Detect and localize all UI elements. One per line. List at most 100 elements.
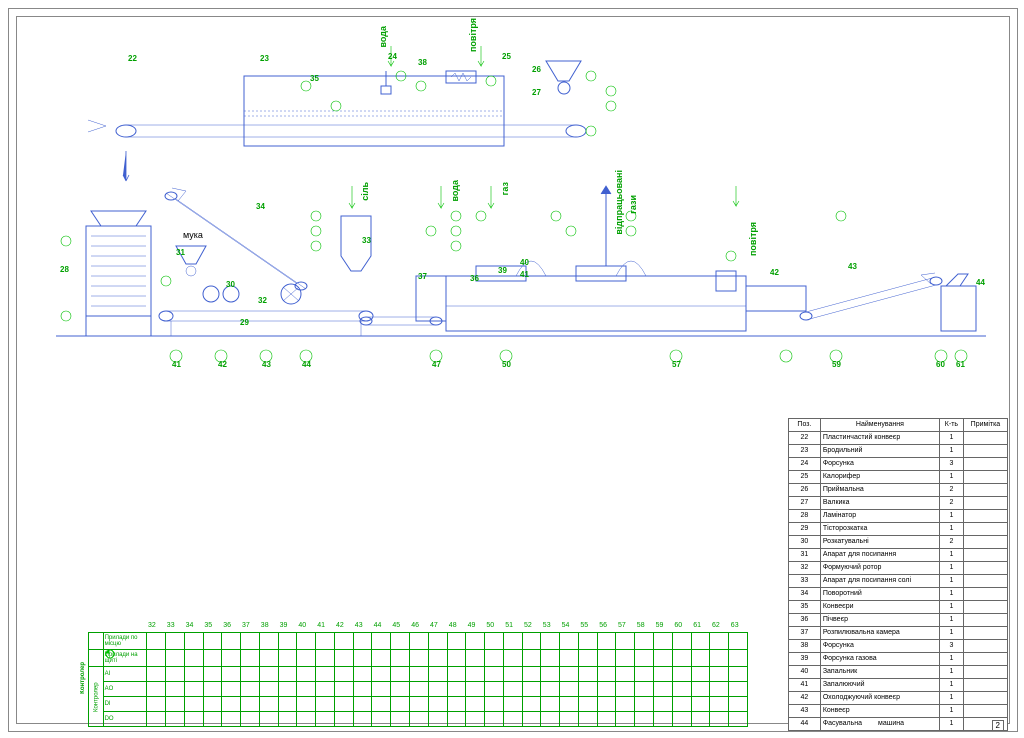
io-row: DI <box>89 697 748 712</box>
eq-42: 42 <box>770 268 779 277</box>
bom-row: 34Поворотний1 <box>789 588 1008 601</box>
eq-24: 24 <box>388 52 397 61</box>
eq-34: 34 <box>256 202 265 211</box>
io-side: Контролер <box>80 662 86 694</box>
bom-table: Поз.НайменуванняК-тьПримітка 22Пластинча… <box>788 418 1008 731</box>
in-45: 44 <box>302 360 311 369</box>
bom-row: 33Апарат для посипання солі1 <box>789 575 1008 588</box>
in-48: 47 <box>432 360 441 369</box>
bom-row: 25Калорифер1 <box>789 471 1008 484</box>
lbl-gazy: гази <box>628 195 638 214</box>
bom-row: 39Форсунка газова1 <box>789 653 1008 666</box>
eq-32: 32 <box>258 296 267 305</box>
io-col: 49 <box>468 622 476 629</box>
eq-27: 27 <box>532 88 541 97</box>
bom-row: 28Ламінатор1 <box>789 510 1008 523</box>
io-col: 55 <box>580 622 588 629</box>
io-col: 43 <box>355 622 363 629</box>
lbl-voda1: вода <box>378 26 388 48</box>
io-col: 47 <box>430 622 438 629</box>
io-col: 42 <box>336 622 344 629</box>
io-col: 37 <box>242 622 250 629</box>
in-63: 61 <box>956 360 965 369</box>
bom-row: 30Розкатувальні2 <box>789 536 1008 549</box>
lbl-povitrya2: повітря <box>748 222 758 256</box>
io-row: DO <box>89 712 748 727</box>
in-62: 60 <box>936 360 945 369</box>
bom-row: 37Розпилювальна камера1 <box>789 627 1008 640</box>
io-col: 34 <box>186 622 194 629</box>
io-col: 50 <box>486 622 494 629</box>
io-row: КонтролерAI <box>89 667 748 682</box>
io-col: 45 <box>392 622 400 629</box>
io-row: Прилади по місцю <box>89 633 748 650</box>
bom-row: 36Пічвеєр1 <box>789 614 1008 627</box>
eq-23: 23 <box>260 54 269 63</box>
io-col: 44 <box>374 622 382 629</box>
in-51: 50 <box>502 360 511 369</box>
bom-row: 43Конвеєр1 <box>789 705 1008 718</box>
eq-33: 33 <box>362 236 371 245</box>
eq-40: 40 <box>520 258 529 267</box>
eq-22: 22 <box>128 54 137 63</box>
io-col: 32 <box>148 622 156 629</box>
bom-row: 24Форсунка3 <box>789 458 1008 471</box>
in-42: 41 <box>172 360 181 369</box>
io-col: 46 <box>411 622 419 629</box>
eq-31: 31 <box>176 248 185 257</box>
eq-25: 25 <box>502 52 511 61</box>
io-col: 62 <box>712 622 720 629</box>
io-col: 57 <box>618 622 626 629</box>
in-44: 43 <box>262 360 271 369</box>
io-table: Прилади по місцюПрилади на щитіКонтролер… <box>88 632 748 727</box>
in-61: 59 <box>832 360 841 369</box>
io-col: 40 <box>298 622 306 629</box>
lbl-povitrya1: повітря <box>468 18 478 52</box>
io-col: 35 <box>204 622 212 629</box>
io-col: 52 <box>524 622 532 629</box>
io-col: 63 <box>731 622 739 629</box>
eq-38: 38 <box>418 58 427 67</box>
io-col: 58 <box>637 622 645 629</box>
bom-row: 40Запальник1 <box>789 666 1008 679</box>
io-row: AO <box>89 682 748 697</box>
bom-row: 27Валкика2 <box>789 497 1008 510</box>
lbl-voda2: вода <box>450 180 460 202</box>
eq-37: 37 <box>418 272 427 281</box>
io-col: 54 <box>562 622 570 629</box>
bom-row: 31Апарат для посипання1 <box>789 549 1008 562</box>
eq-44: 44 <box>976 278 985 287</box>
bom-row: 32Формуючий ротор1 <box>789 562 1008 575</box>
io-col: 33 <box>167 622 175 629</box>
in-43: 42 <box>218 360 227 369</box>
bom-row: 29Тісторозкатка1 <box>789 523 1008 536</box>
bom-row: 42Охолоджуючий конвеєр1 <box>789 692 1008 705</box>
io-col: 41 <box>317 622 325 629</box>
bom-row: 23Бродильний1 <box>789 445 1008 458</box>
io-col: 60 <box>674 622 682 629</box>
in-59: 57 <box>672 360 681 369</box>
io-col: 48 <box>449 622 457 629</box>
bom-row: 22Пластинчастий конвеєр1 <box>789 432 1008 445</box>
eq-41: 41 <box>520 270 529 279</box>
eq-30: 30 <box>226 280 235 289</box>
bom-row: 38Форсунка3 <box>789 640 1008 653</box>
eq-35: 35 <box>310 74 319 83</box>
sheet-num: 2 <box>992 720 1004 731</box>
io-col: 39 <box>280 622 288 629</box>
io-col: 38 <box>261 622 269 629</box>
io-row: Прилади на щиті <box>89 650 748 667</box>
bom-row: 26Приймальна2 <box>789 484 1008 497</box>
eq-43: 43 <box>848 262 857 271</box>
io-col: 36 <box>223 622 231 629</box>
eq-29: 29 <box>240 318 249 327</box>
lbl-gaz: газ <box>500 182 510 195</box>
bom-row: 35Конвеєри1 <box>789 601 1008 614</box>
io-col: 61 <box>693 622 701 629</box>
io-col: 56 <box>599 622 607 629</box>
io-col: 59 <box>656 622 664 629</box>
lbl-vidpr: відпрацьовані <box>614 170 624 235</box>
lbl-sil: сіль <box>360 182 370 201</box>
io-col: 53 <box>543 622 551 629</box>
eq-36: 36 <box>470 274 479 283</box>
